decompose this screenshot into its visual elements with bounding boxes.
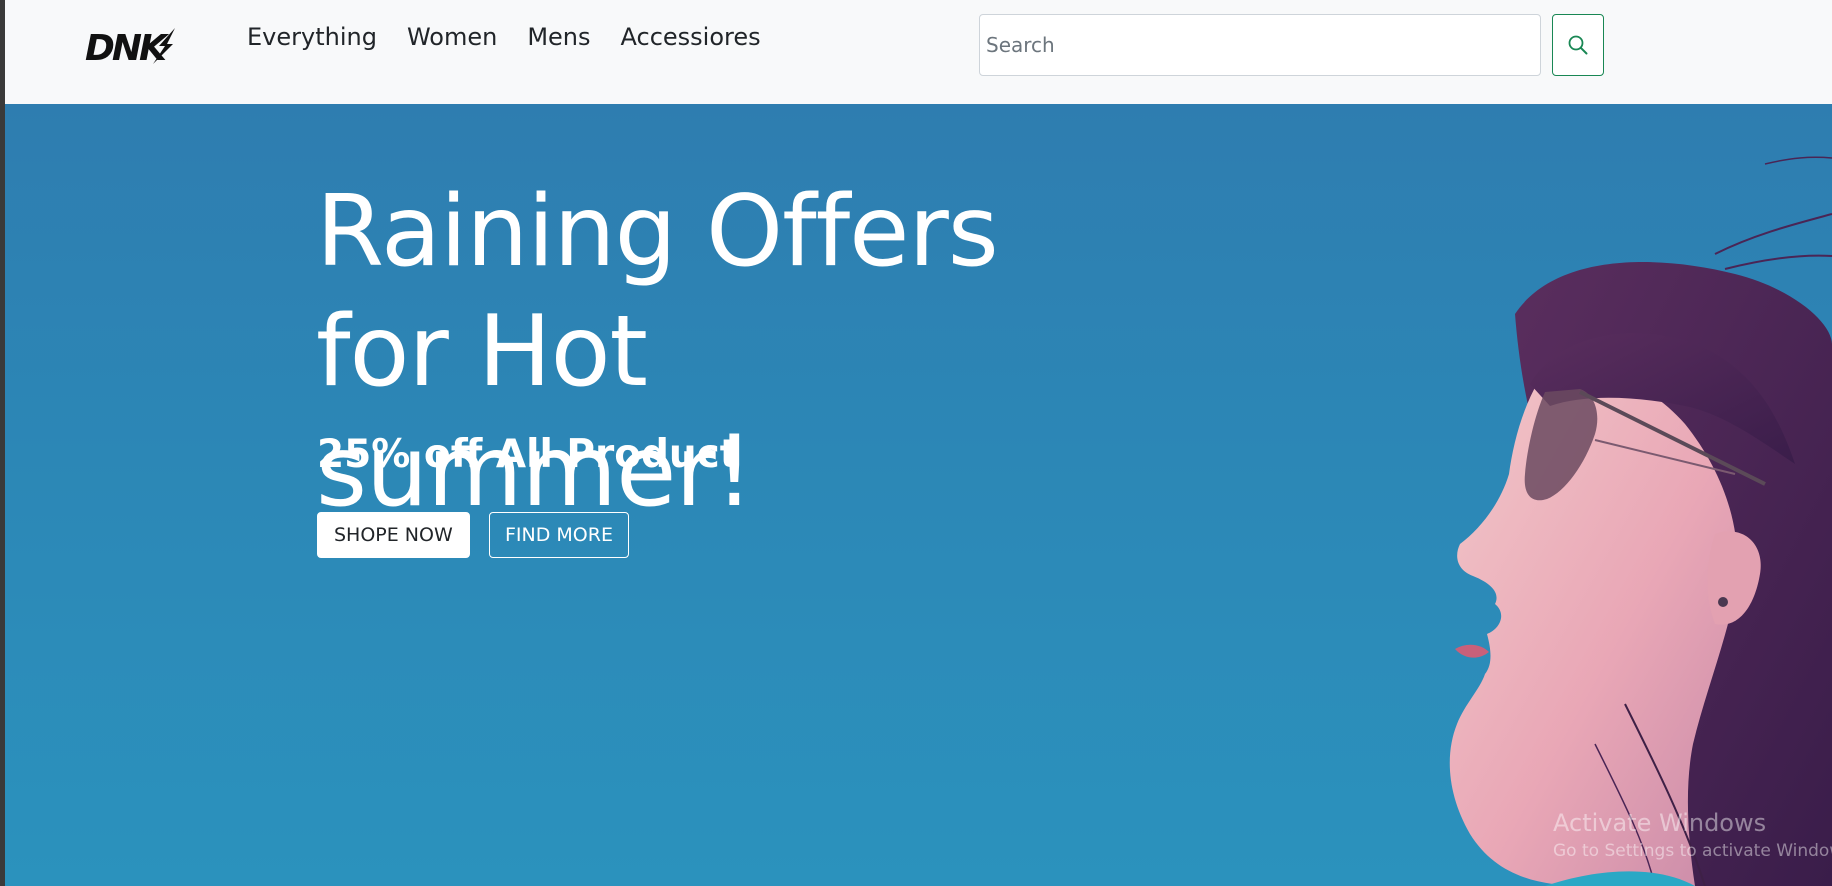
search-button[interactable] (1552, 14, 1604, 76)
nav-links: Everything Women Mens Accessiores (243, 20, 776, 54)
woman-sunglasses-image (1449, 156, 1832, 886)
nav-link-mens[interactable]: Mens (512, 20, 605, 54)
hero-banner: Raining Offers for Hot summer! 25% off A… (5, 104, 1832, 886)
browser-viewport: DNK Everything Women Mens Accessiores Se… (0, 0, 1832, 886)
nav-link-women[interactable]: Women (392, 20, 512, 54)
brand-logo-icon: DNK (85, 28, 175, 69)
hero-subtitle: 25% off All Product (317, 432, 739, 477)
brand-logo[interactable]: DNK (83, 24, 183, 69)
nav-link-everything[interactable]: Everything (243, 20, 392, 54)
search-icon (1568, 35, 1588, 55)
svg-text:DNK: DNK (85, 28, 170, 68)
nav-link-accessories[interactable]: Accessiores (606, 20, 776, 54)
window-edge (0, 0, 5, 886)
shop-now-button[interactable]: SHOPE NOW (317, 512, 470, 558)
find-more-button[interactable]: FIND MORE (489, 512, 629, 558)
navbar: DNK Everything Women Mens Accessiores (5, 0, 1832, 104)
search-input[interactable] (979, 14, 1541, 76)
